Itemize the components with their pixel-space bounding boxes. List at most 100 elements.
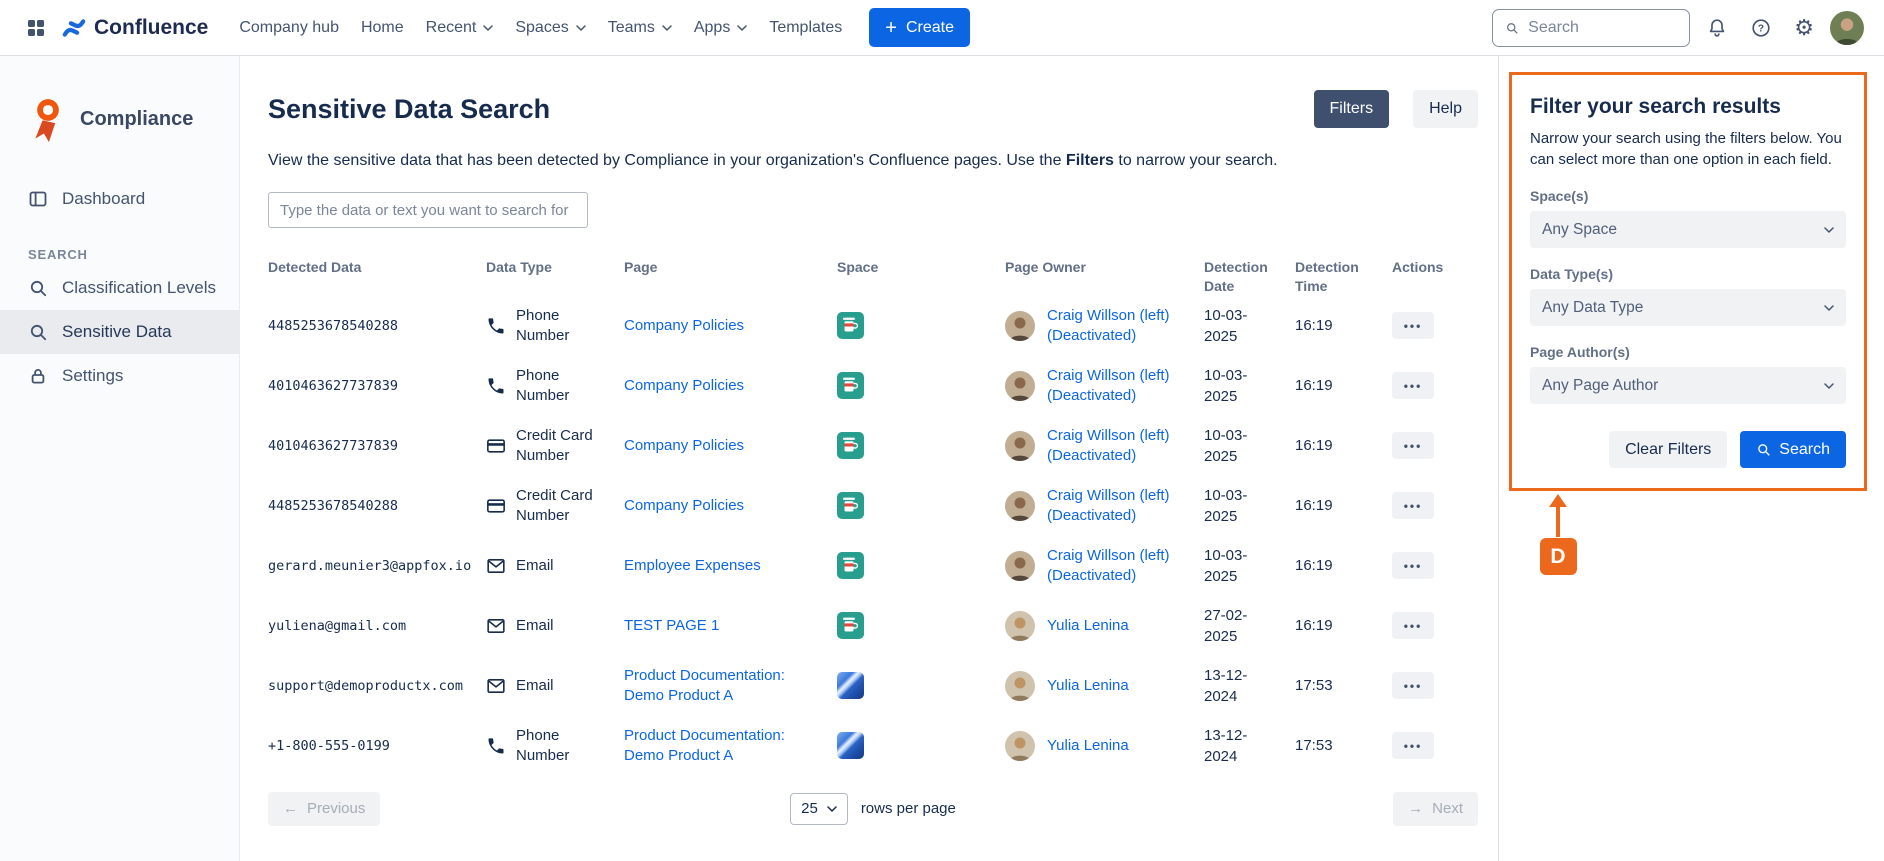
global-search-input[interactable] (1528, 19, 1677, 37)
detected-data: 4010463627737839 (268, 378, 398, 394)
sidebar-item-sensitive-data[interactable]: Sensitive Data (0, 310, 239, 354)
detection-time: 16:19 (1295, 437, 1333, 454)
detection-time: 17:53 (1295, 737, 1333, 754)
chevron-down-icon (483, 25, 493, 31)
page-link[interactable]: TEST PAGE 1 (624, 616, 719, 636)
owner-link[interactable]: Yulia Lenina (1047, 676, 1192, 696)
spaces-label: Space(s) (1530, 188, 1846, 204)
sidebar-item-settings[interactable]: Settings (0, 354, 239, 398)
owner-link[interactable]: Yulia Lenina (1047, 616, 1192, 636)
annotation-arrow-line (1556, 507, 1560, 537)
table-row: +1-800-555-0199 Phone Number Product Doc… (268, 716, 1478, 776)
nav-apps[interactable]: Apps (683, 10, 758, 46)
craig-avatar[interactable] (1005, 431, 1035, 461)
owner-link[interactable]: Craig Willson (left) (Deactivated) (1047, 546, 1192, 587)
detection-date: 10-03-2025 (1204, 365, 1268, 407)
col-detection-date: Detection Date (1204, 258, 1295, 296)
row-actions-button[interactable]: ••• (1392, 372, 1434, 399)
settings-gear-icon[interactable]: ⚙ (1788, 11, 1820, 45)
page-link[interactable]: Company Policies (624, 496, 744, 516)
nav-templates[interactable]: Templates (758, 10, 853, 46)
next-page-button[interactable]: →Next (1393, 792, 1478, 826)
user-avatar[interactable] (1830, 11, 1864, 45)
filter-search-button[interactable]: Search (1740, 431, 1846, 468)
owner-link[interactable]: Craig Willson (left) (Deactivated) (1047, 306, 1192, 347)
row-actions-button[interactable]: ••• (1392, 612, 1434, 639)
owner-link[interactable]: Craig Willson (left) (Deactivated) (1047, 486, 1192, 527)
owner-link[interactable]: Craig Willson (left) (Deactivated) (1047, 426, 1192, 467)
table-row: support@demoproductx.com Email Product D… (268, 656, 1478, 716)
filters-button[interactable]: Filters (1314, 90, 1390, 128)
row-actions-button[interactable]: ••• (1392, 552, 1434, 579)
yulia-avatar[interactable] (1005, 611, 1035, 641)
spaces-select[interactable]: Any Space (1530, 211, 1846, 248)
sidebar-item-classification-levels[interactable]: Classification Levels (0, 266, 239, 310)
nav-home[interactable]: Home (350, 10, 415, 46)
craig-avatar[interactable] (1005, 551, 1035, 581)
magnifier-icon (28, 322, 48, 342)
magnifier-icon (28, 278, 48, 298)
table-row: 4010463627737839 Phone Number Company Po… (268, 356, 1478, 416)
coffee-space-icon[interactable] (837, 552, 864, 579)
row-actions-button[interactable]: ••• (1392, 312, 1434, 339)
page-authors-label: Page Author(s) (1530, 344, 1846, 360)
help-icon[interactable] (1744, 11, 1778, 45)
col-page: Page (624, 258, 837, 296)
confluence-logo[interactable]: Confluence (62, 16, 208, 40)
owner-link[interactable]: Yulia Lenina (1047, 736, 1192, 756)
app-switcher-icon[interactable] (20, 12, 52, 44)
page-link[interactable]: Company Policies (624, 436, 744, 456)
coffee-space-icon[interactable] (837, 432, 864, 459)
coffee-space-icon[interactable] (837, 492, 864, 519)
rows-per-page-label: rows per page (861, 800, 956, 817)
stripes-space-icon[interactable] (837, 672, 864, 699)
coffee-space-icon[interactable] (837, 312, 864, 339)
craig-avatar[interactable] (1005, 491, 1035, 521)
chevron-down-icon (662, 25, 672, 31)
craig-avatar[interactable] (1005, 311, 1035, 341)
detection-time: 16:19 (1295, 557, 1333, 574)
col-space: Space (837, 258, 1005, 296)
rows-per-page-select[interactable]: 25 (790, 793, 848, 825)
global-search[interactable] (1492, 9, 1690, 47)
page-link[interactable]: Company Policies (624, 376, 744, 396)
row-actions-button[interactable]: ••• (1392, 432, 1434, 459)
credit-card-icon (486, 496, 506, 516)
row-actions-button[interactable]: ••• (1392, 672, 1434, 699)
nav-spaces[interactable]: Spaces (504, 10, 596, 46)
confluence-mark-icon (62, 16, 86, 40)
data-types-select[interactable]: Any Data Type (1530, 289, 1846, 326)
previous-page-button[interactable]: ←Previous (268, 792, 380, 826)
owner-link[interactable]: Craig Willson (left) (Deactivated) (1047, 366, 1192, 407)
page-link[interactable]: Product Documentation: Demo Product A (624, 666, 825, 707)
page-authors-select[interactable]: Any Page Author (1530, 367, 1846, 404)
chevron-down-icon (1824, 383, 1834, 389)
help-button[interactable]: Help (1413, 90, 1478, 128)
coffee-space-icon[interactable] (837, 612, 864, 639)
nav-recent[interactable]: Recent (415, 10, 505, 46)
row-actions-button[interactable]: ••• (1392, 492, 1434, 519)
nav-company-hub[interactable]: Company hub (228, 10, 350, 46)
search-icon (1756, 442, 1771, 457)
plus-icon: + (885, 18, 897, 38)
detected-data: gerard.meunier3@appfox.io (268, 558, 471, 574)
row-actions-button[interactable]: ••• (1392, 732, 1434, 759)
sidebar-item-dashboard[interactable]: Dashboard (0, 177, 239, 221)
sensitive-data-search-input[interactable] (268, 192, 588, 228)
notifications-bell-icon[interactable] (1700, 11, 1734, 45)
data-type-label: Credit Card Number (516, 426, 602, 465)
chevron-down-icon (1824, 227, 1834, 233)
data-type-label: Phone Number (516, 306, 602, 345)
create-button[interactable]: + Create (869, 8, 970, 47)
craig-avatar[interactable] (1005, 371, 1035, 401)
yulia-avatar[interactable] (1005, 731, 1035, 761)
page-link[interactable]: Employee Expenses (624, 556, 761, 576)
page-link[interactable]: Product Documentation: Demo Product A (624, 726, 825, 767)
col-detected-data: Detected Data (268, 258, 486, 296)
coffee-space-icon[interactable] (837, 372, 864, 399)
stripes-space-icon[interactable] (837, 732, 864, 759)
page-link[interactable]: Company Policies (624, 316, 744, 336)
nav-teams[interactable]: Teams (597, 10, 683, 46)
yulia-avatar[interactable] (1005, 671, 1035, 701)
clear-filters-button[interactable]: Clear Filters (1609, 431, 1727, 468)
